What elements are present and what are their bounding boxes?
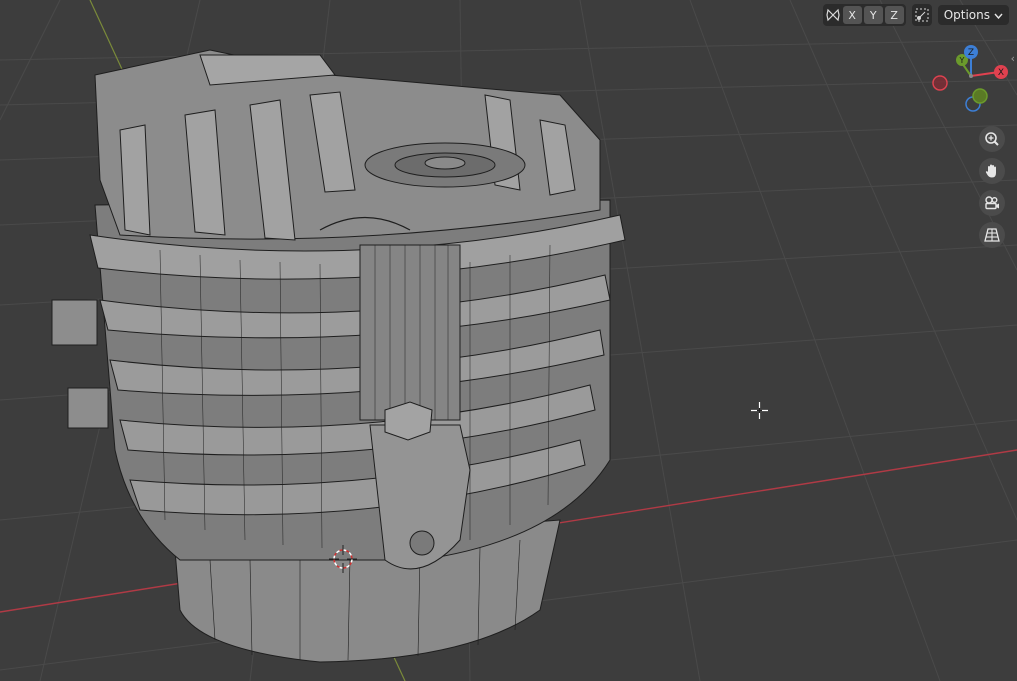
camera-view-button[interactable] — [979, 190, 1005, 216]
gizmo-z-label: Z — [968, 48, 974, 58]
sidebar-toggle-icon[interactable]: ‹ — [1011, 52, 1015, 65]
camera-icon — [985, 196, 999, 210]
butterfly-mirror-icon[interactable] — [825, 6, 841, 24]
grid-perspective-icon — [984, 228, 1000, 242]
crosshair-cursor-icon — [751, 402, 768, 419]
gizmo-neg-x-fill — [934, 77, 946, 89]
gizmo-x-label: X — [998, 68, 1004, 78]
mirror-y-button[interactable]: Y — [863, 6, 883, 24]
3d-model — [51, 49, 626, 663]
snap-transform-icon[interactable] — [914, 6, 930, 24]
gizmo-neg-y-circle — [972, 88, 988, 104]
viewport-header-tools: X Y Z Options — [822, 4, 1009, 26]
scene-canvas[interactable] — [0, 0, 1017, 681]
options-dropdown[interactable]: Options — [937, 5, 1009, 25]
zoom-button[interactable] — [979, 126, 1005, 152]
navigation-gizmo[interactable]: Y Z X — [929, 42, 1009, 114]
snap-group — [911, 4, 932, 26]
mirror-axis-group: X Y Z — [822, 4, 906, 26]
hand-icon — [985, 164, 996, 178]
mirror-x-button[interactable]: X — [842, 6, 862, 24]
chevron-down-icon — [994, 8, 1003, 22]
3d-viewport[interactable]: X Y Z Options ‹ Y Z X — [0, 0, 1017, 681]
zoom-icon — [985, 132, 999, 146]
pan-button[interactable] — [979, 158, 1005, 184]
navigation-buttons — [979, 126, 1005, 248]
options-label: Options — [943, 8, 990, 22]
perspective-toggle-button[interactable] — [979, 222, 1005, 248]
gizmo-y-label: Y — [959, 56, 965, 65]
mirror-z-button[interactable]: Z — [884, 6, 904, 24]
